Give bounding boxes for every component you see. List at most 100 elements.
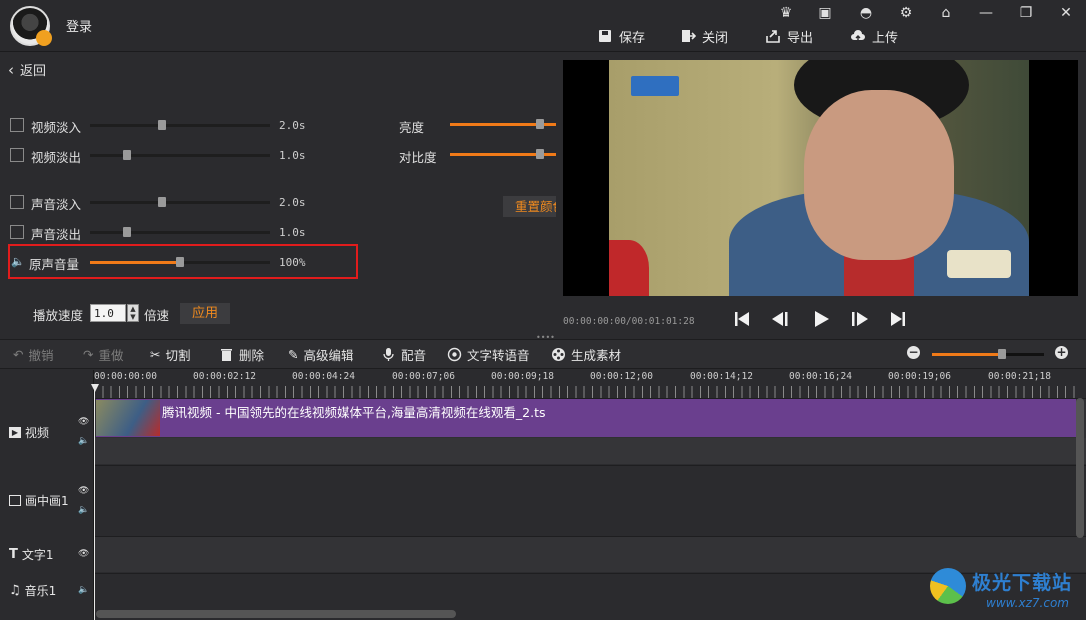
redo-button[interactable]: ↷ 重做 (83, 345, 124, 363)
advanced-edit-button[interactable]: ✎ 高级编辑 (288, 345, 354, 363)
audio-fade-in-thumb[interactable] (158, 197, 166, 207)
zoom-in-icon[interactable]: + (1055, 346, 1068, 359)
audio-fade-in-label: 声音淡入 (31, 197, 82, 212)
back-button[interactable]: ‹ 返回 (8, 60, 47, 80)
video-fade-in-checkbox[interactable] (10, 118, 24, 132)
preview-timecode: 00:00:00:00/00:01:01:28 (563, 316, 695, 327)
video-fade-out-slider[interactable] (90, 154, 270, 157)
video-fade-in-label: 视频淡入 (31, 120, 82, 135)
chevron-left-icon: ‹ (8, 60, 14, 79)
text-to-speech-button[interactable]: 文字转语音 (447, 345, 530, 363)
clip-title: 腾讯视频 - 中国领先的在线视频媒体平台,海量高清视频在线观看_2.ts (162, 405, 546, 420)
text-to-speech-label: 文字转语音 (467, 347, 530, 363)
next-frame-icon[interactable] (848, 308, 870, 330)
export-button[interactable]: 导出 (765, 26, 813, 46)
ruler-tick-label: 00:00:04:24 (292, 371, 355, 382)
text-track-label: 文字1 (21, 547, 54, 562)
audio-fade-out-thumb[interactable] (123, 227, 131, 237)
playhead[interactable] (94, 384, 95, 620)
video-fade-out-thumb[interactable] (123, 150, 131, 160)
visibility-eye-icon[interactable]: 👁 (78, 549, 90, 559)
speed-label: 播放速度 (33, 308, 84, 323)
ruler-tick-label: 00:00:02:12 (193, 371, 256, 382)
audio-fade-out-checkbox[interactable] (10, 225, 24, 239)
tv-channel-logo (631, 76, 679, 96)
video-fade-in-thumb[interactable] (158, 120, 166, 130)
vip-crown-icon[interactable]: ♛ (776, 4, 796, 22)
trash-icon (221, 348, 232, 361)
video-audio-lane (94, 438, 1086, 464)
video-fade-out-label: 视频淡出 (31, 150, 82, 165)
delete-label: 删除 (239, 347, 265, 363)
watermark-name: 极光下载站 (972, 572, 1073, 594)
cut-label: 切割 (165, 347, 191, 363)
video-track-icon: ▶ (9, 426, 21, 438)
track-volume-icon[interactable]: 🔈 (78, 436, 90, 446)
original-volume-thumb[interactable] (176, 257, 184, 267)
watermark-url: www.xz7.com (986, 596, 1069, 610)
brightness-thumb[interactable] (536, 119, 544, 129)
ruler-ticks (94, 386, 1080, 398)
previous-frame-icon[interactable] (770, 308, 792, 330)
visibility-eye-icon[interactable]: 👁 (78, 417, 90, 427)
cut-button[interactable]: ✂ 切割 (150, 345, 191, 363)
ruler-tick-label: 00:00:00:00 (94, 371, 157, 382)
pip-track[interactable] (94, 465, 1086, 535)
save-button[interactable]: 保存 (597, 26, 645, 46)
zoom-thumb[interactable] (998, 349, 1006, 359)
settings-gear-icon[interactable]: ⚙ (896, 4, 916, 22)
vertical-scrollbar[interactable] (1076, 398, 1084, 538)
original-volume-slider[interactable] (90, 261, 180, 264)
reset-color-button[interactable]: 重置颜色 (503, 196, 556, 217)
qq-icon[interactable]: ◓ (856, 4, 876, 22)
ruler-tick-label: 00:00:16;24 (789, 371, 852, 382)
skip-to-end-icon[interactable] (887, 308, 909, 330)
generate-material-button[interactable]: 生成素材 (551, 345, 621, 363)
zoom-out-icon[interactable]: − (907, 346, 920, 359)
zoom-slider-fill (932, 353, 1002, 356)
ruler-tick-label: 00:00:07;06 (392, 371, 455, 382)
track-volume-icon[interactable]: 🔈 (78, 585, 90, 595)
video-tutorial-icon[interactable]: ▣ (815, 4, 835, 22)
advanced-edit-label: 高级编辑 (303, 347, 354, 363)
playhead-handle[interactable] (91, 384, 99, 392)
login-link[interactable]: 登录 (66, 16, 92, 35)
delete-button[interactable]: 删除 (219, 345, 264, 363)
cloud-upload-icon (851, 30, 865, 41)
restore-icon[interactable]: ❐ (1016, 4, 1036, 22)
undo-button[interactable]: ↶ 撤销 (13, 345, 54, 363)
speed-stepper[interactable]: ▲ ▼ (127, 304, 139, 322)
contrast-thumb[interactable] (536, 149, 544, 159)
minimize-icon[interactable]: — (976, 4, 996, 22)
speed-unit-label: 倍速 (144, 308, 170, 323)
microphone-icon (383, 347, 394, 361)
track-volume-icon[interactable]: 🔈 (78, 505, 90, 515)
video-fade-out-checkbox[interactable] (10, 148, 24, 162)
visibility-eye-icon[interactable]: 👁 (78, 486, 90, 496)
brightness-label: 亮度 (399, 120, 425, 135)
skip-to-start-icon[interactable] (731, 308, 753, 330)
undo-icon: ↶ (13, 346, 24, 362)
video-fade-in-slider[interactable] (90, 124, 270, 127)
audio-fade-in-checkbox[interactable] (10, 195, 24, 209)
apply-button[interactable]: 应用 (180, 303, 230, 324)
export-label: 导出 (787, 30, 814, 46)
close-window-icon[interactable]: ✕ (1056, 4, 1076, 22)
back-label: 返回 (20, 64, 47, 79)
play-icon[interactable] (810, 308, 832, 330)
home-icon[interactable]: ⌂ (936, 4, 956, 22)
close-button[interactable]: 关闭 (680, 26, 728, 46)
dub-button[interactable]: 配音 (381, 345, 426, 363)
audio-fade-out-value: 1.0s (279, 226, 306, 239)
horizontal-scrollbar[interactable] (96, 610, 456, 618)
pip-track-label: 画中画1 (25, 493, 69, 508)
generate-material-label: 生成素材 (571, 347, 622, 363)
speed-input[interactable]: 1.0 (90, 304, 126, 322)
audio-fade-in-slider[interactable] (90, 201, 270, 204)
upload-button[interactable]: 上传 (850, 26, 898, 46)
audio-fade-out-slider[interactable] (90, 231, 270, 234)
music-note-icon: ♫ (9, 582, 21, 598)
video-frame-image (609, 60, 1029, 296)
title-bar (0, 0, 1086, 52)
film-reel-icon (552, 347, 565, 361)
